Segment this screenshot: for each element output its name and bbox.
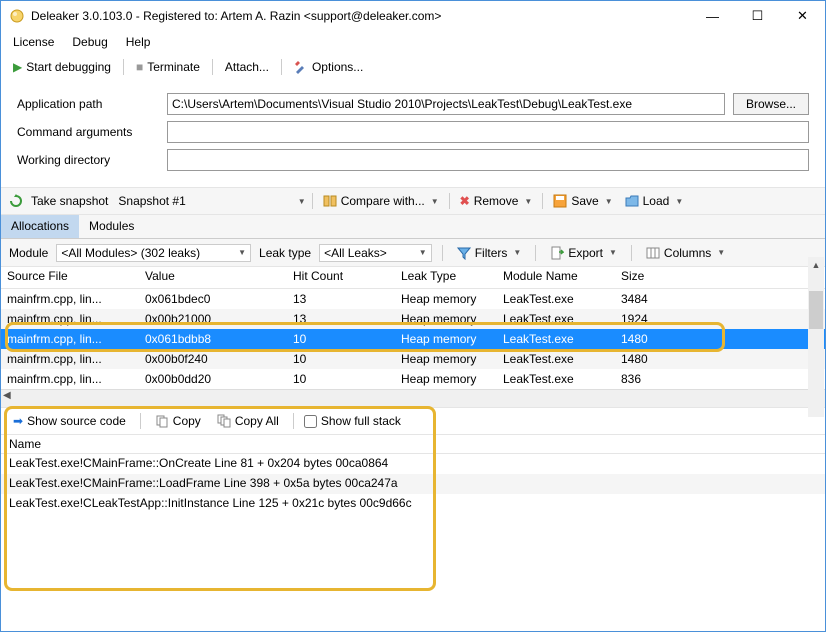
- col-size[interactable]: Size: [615, 267, 711, 288]
- browse-button[interactable]: Browse...: [733, 93, 809, 115]
- wrench-icon: [294, 60, 308, 74]
- refresh-icon: [9, 194, 23, 208]
- export-icon: [550, 246, 564, 260]
- chevron-down-icon[interactable]: ▼: [298, 197, 306, 206]
- folder-open-icon: [625, 194, 639, 208]
- stack-header-name[interactable]: Name: [1, 434, 825, 454]
- allocations-grid: Source File Value Hit Count Leak Type Mo…: [1, 267, 825, 408]
- columns-icon: [646, 246, 660, 260]
- app-path-label: Application path: [17, 97, 167, 111]
- tab-allocations[interactable]: Allocations: [1, 215, 79, 238]
- table-row[interactable]: mainfrm.cpp, lin...0x00b2100013Heap memo…: [1, 309, 825, 329]
- col-source-file[interactable]: Source File: [1, 267, 139, 288]
- leaktype-filter-select[interactable]: <All Leaks>▼: [319, 244, 432, 262]
- working-dir-input[interactable]: [167, 149, 809, 171]
- launch-form: Application path Browse... Command argum…: [1, 81, 825, 187]
- filters-button[interactable]: Filters▼: [453, 244, 526, 262]
- export-button[interactable]: Export▼: [546, 244, 621, 262]
- stack-panel: Name LeakTest.exe!CMainFrame::OnCreate L…: [1, 434, 825, 514]
- app-icon: [9, 8, 25, 24]
- table-row[interactable]: mainfrm.cpp, lin...0x061bdbb810Heap memo…: [1, 329, 825, 349]
- tab-modules[interactable]: Modules: [79, 215, 144, 238]
- copy-icon: [155, 414, 169, 428]
- table-row[interactable]: mainfrm.cpp, lin...0x061bdec013Heap memo…: [1, 289, 825, 309]
- save-icon: [553, 194, 567, 208]
- app-path-input[interactable]: [167, 93, 725, 115]
- working-dir-label: Working directory: [17, 153, 167, 167]
- options-button[interactable]: Options...: [290, 58, 367, 76]
- copy-all-button[interactable]: Copy All: [213, 412, 283, 430]
- main-toolbar: ▶Start debugging ■Terminate Attach... Op…: [1, 53, 825, 81]
- start-debugging-button[interactable]: ▶Start debugging: [9, 58, 115, 76]
- snapshot-toolbar: Take snapshot Snapshot #1 ▼ Compare with…: [1, 187, 825, 215]
- stack-row[interactable]: LeakTest.exe!CMainFrame::OnCreate Line 8…: [1, 454, 825, 474]
- module-filter-select[interactable]: <All Modules> (302 leaks)▼: [56, 244, 251, 262]
- columns-button[interactable]: Columns▼: [642, 244, 729, 262]
- show-full-stack-checkbox[interactable]: Show full stack: [304, 414, 401, 428]
- take-snapshot-button[interactable]: Take snapshot: [27, 192, 112, 210]
- compare-button[interactable]: Compare with...▼: [319, 192, 443, 210]
- menu-help[interactable]: Help: [126, 35, 151, 49]
- col-module-name[interactable]: Module Name: [497, 267, 615, 288]
- result-tabs: Allocations Modules: [1, 215, 825, 239]
- col-hit-count[interactable]: Hit Count: [287, 267, 395, 288]
- attach-button[interactable]: Attach...: [221, 58, 273, 76]
- minimize-button[interactable]: —: [690, 1, 735, 31]
- filter-toolbar: Module <All Modules> (302 leaks)▼ Leak t…: [1, 239, 825, 267]
- menu-debug[interactable]: Debug: [72, 35, 107, 49]
- copy-all-icon: [217, 414, 231, 428]
- save-button[interactable]: Save▼: [549, 192, 616, 210]
- snapshot-select[interactable]: Snapshot #1: [116, 194, 187, 208]
- show-source-button[interactable]: ➡ Show source code: [9, 412, 130, 430]
- close-button[interactable]: ✕: [780, 1, 825, 31]
- maximize-button[interactable]: ☐: [735, 1, 780, 31]
- col-value[interactable]: Value: [139, 267, 287, 288]
- remove-button[interactable]: ✖ Remove▼: [456, 192, 537, 210]
- grid-header: Source File Value Hit Count Leak Type Mo…: [1, 267, 825, 289]
- window-title: Deleaker 3.0.103.0 - Registered to: Arte…: [31, 9, 690, 23]
- terminate-button[interactable]: ■Terminate: [132, 58, 204, 76]
- menu-bar: License Debug Help: [1, 31, 825, 53]
- table-row[interactable]: mainfrm.cpp, lin...0x00b0f24010Heap memo…: [1, 349, 825, 369]
- titlebar: Deleaker 3.0.103.0 - Registered to: Arte…: [1, 1, 825, 31]
- table-row[interactable]: mainfrm.cpp, lin...0x00b0dd2010Heap memo…: [1, 369, 825, 389]
- cmd-args-input[interactable]: [167, 121, 809, 143]
- cmd-args-label: Command arguments: [17, 125, 167, 139]
- grid-hscrollbar[interactable]: ◀▶: [1, 389, 825, 407]
- menu-license[interactable]: License: [13, 35, 54, 49]
- stack-row[interactable]: LeakTest.exe!CLeakTestApp::InitInstance …: [1, 494, 825, 514]
- stack-row[interactable]: LeakTest.exe!CMainFrame::LoadFrame Line …: [1, 474, 825, 494]
- load-button[interactable]: Load▼: [621, 192, 688, 210]
- col-leak-type[interactable]: Leak Type: [395, 267, 497, 288]
- module-filter-label: Module: [9, 246, 48, 260]
- stack-toolbar: ➡ Show source code Copy Copy All Show fu…: [1, 408, 825, 434]
- funnel-icon: [457, 246, 471, 260]
- grid-vscrollbar[interactable]: ▲: [808, 257, 824, 417]
- compare-icon: [323, 194, 337, 208]
- leaktype-filter-label: Leak type: [259, 246, 311, 260]
- copy-button[interactable]: Copy: [151, 412, 205, 430]
